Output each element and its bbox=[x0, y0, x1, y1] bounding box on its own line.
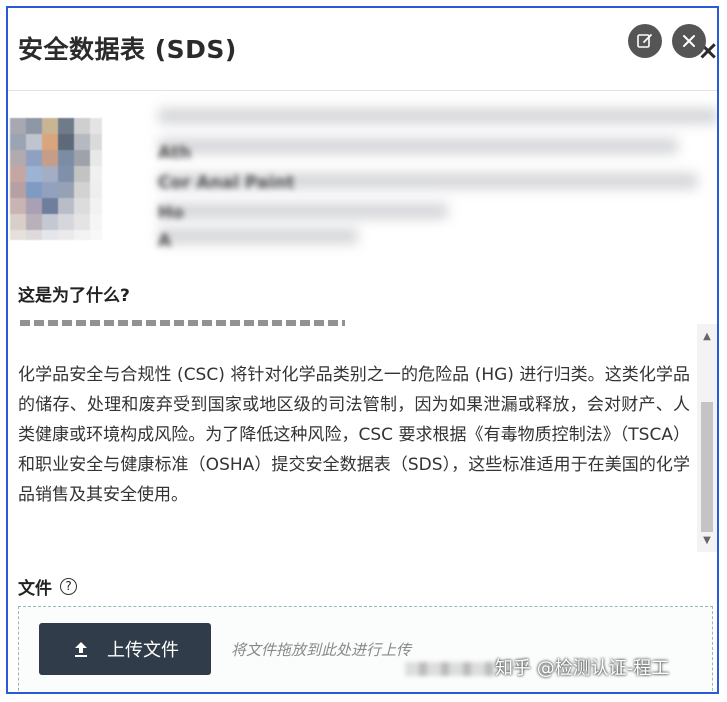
upload-icon bbox=[75, 642, 87, 657]
preview-blur-strip bbox=[158, 138, 678, 154]
scrollbar-thumb[interactable] bbox=[701, 402, 713, 532]
preview-blurred-text: Cor Anal Paint bbox=[158, 173, 295, 193]
close-icon-glyph bbox=[683, 35, 695, 47]
sds-dialog: 安全数据表 (SDS) × Ath Cor Anal Paint Ho A 这是… bbox=[6, 6, 719, 694]
help-icon[interactable]: ? bbox=[60, 578, 77, 595]
description-paragraph: 化学品安全与合规性 (CSC) 将针对化学品类别之一的危险品 (HG) 进行归类… bbox=[18, 365, 690, 505]
edit-icon[interactable] bbox=[628, 24, 662, 58]
preview-blur-strip bbox=[158, 203, 448, 219]
document-preview: Ath Cor Anal Paint Ho A bbox=[8, 103, 717, 258]
preview-blurred-text: Ath bbox=[158, 143, 192, 163]
scroll-up-arrow-icon[interactable]: ▲ bbox=[697, 328, 717, 346]
preview-blur-strip bbox=[158, 228, 358, 244]
watermark-blur bbox=[405, 662, 495, 676]
file-field-label: 文件 ? bbox=[18, 574, 77, 599]
section-question: 这是为了什么? bbox=[18, 286, 130, 306]
preview-blurred-text: Ho bbox=[158, 203, 184, 223]
vertical-scrollbar[interactable]: ▲ ▼ bbox=[697, 324, 717, 552]
scroll-down-arrow-icon[interactable]: ▼ bbox=[697, 532, 717, 550]
preview-blur-strip bbox=[158, 108, 717, 124]
title-divider bbox=[8, 90, 717, 91]
edit-icon-glyph bbox=[637, 34, 652, 48]
preview-blurred-text: A bbox=[158, 231, 172, 251]
preview-thumbnail bbox=[10, 118, 102, 240]
file-dropzone[interactable]: 上传文件 将文件拖放到此处进行上传 bbox=[18, 606, 713, 692]
upload-file-button[interactable]: 上传文件 bbox=[39, 623, 211, 675]
watermark: 知乎 @检测认证-程工 bbox=[495, 658, 670, 679]
file-label-text: 文件 bbox=[18, 579, 52, 599]
upload-button-label: 上传文件 bbox=[107, 640, 179, 661]
drop-hint-text: 将文件拖放到此处进行上传 bbox=[231, 641, 412, 659]
scroll-area[interactable]: 化学品安全与合规性 (CSC) 将针对化学品类别之一的危险品 (HG) 进行归类… bbox=[8, 324, 717, 554]
dialog-title: 安全数据表 (SDS) bbox=[18, 35, 237, 64]
close-icon[interactable] bbox=[672, 24, 706, 58]
